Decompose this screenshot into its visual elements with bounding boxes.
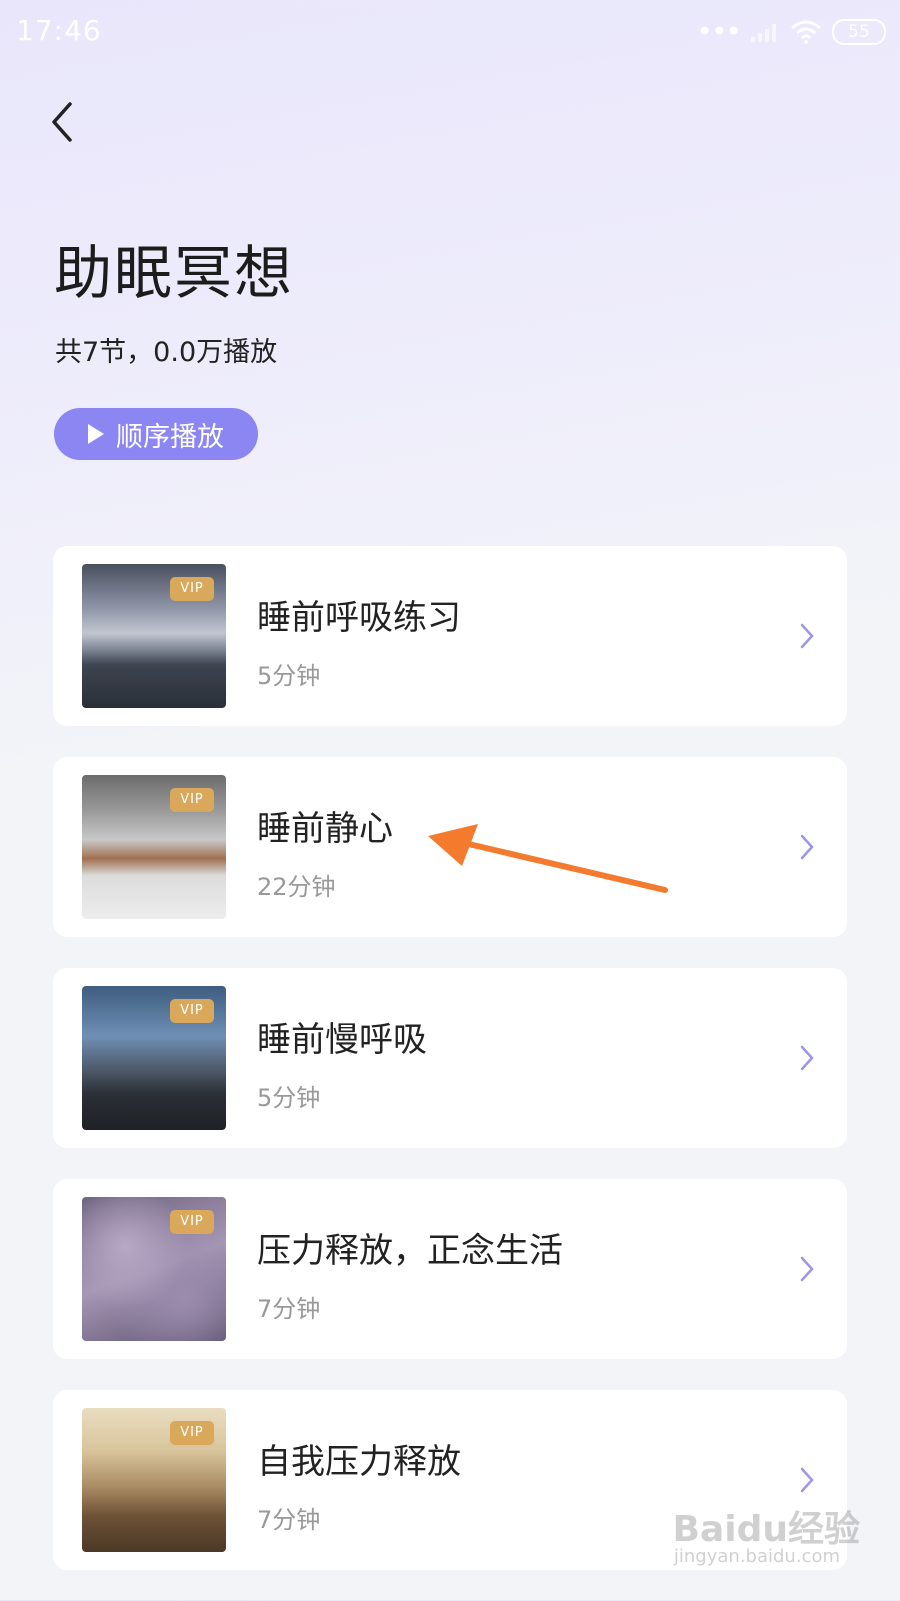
play-icon bbox=[88, 424, 104, 444]
page-title: 助眠冥想 bbox=[54, 239, 295, 307]
vip-badge: VIP bbox=[170, 1210, 214, 1234]
lesson-duration: 5分钟 bbox=[257, 662, 321, 690]
signal-icon bbox=[751, 24, 776, 42]
chevron-right-icon bbox=[800, 834, 814, 860]
lesson-thumbnail: VIP bbox=[82, 564, 226, 708]
lesson-thumbnail: VIP bbox=[82, 986, 226, 1130]
status-icons: ••• 55 bbox=[696, 16, 886, 48]
vip-badge: VIP bbox=[170, 1421, 214, 1445]
lesson-title: 睡前静心 bbox=[257, 809, 393, 849]
lesson-duration: 22分钟 bbox=[257, 873, 336, 901]
play-stats: 共7节，0.0万播放 bbox=[55, 337, 278, 368]
chevron-right-icon bbox=[800, 623, 814, 649]
lesson-title: 自我压力释放 bbox=[257, 1442, 461, 1482]
lesson-item[interactable]: VIP 睡前呼吸练习 5分钟 bbox=[53, 546, 847, 726]
vip-badge: VIP bbox=[170, 999, 214, 1023]
watermark-url: jingyan.baidu.com bbox=[673, 1546, 840, 1567]
chevron-right-icon bbox=[800, 1256, 814, 1282]
more-dots-icon: ••• bbox=[696, 15, 742, 48]
lesson-thumbnail: VIP bbox=[82, 775, 226, 919]
chevron-left-icon bbox=[52, 102, 72, 142]
back-button[interactable] bbox=[44, 96, 84, 148]
lesson-item[interactable]: VIP 压力释放，正念生活 7分钟 bbox=[53, 1179, 847, 1359]
lesson-title: 睡前呼吸练习 bbox=[257, 598, 461, 638]
lesson-list: VIP 睡前呼吸练习 5分钟 VIP 睡前静心 22分钟 VIP 睡前慢呼吸 5… bbox=[53, 546, 847, 1601]
lesson-title: 睡前慢呼吸 bbox=[257, 1020, 427, 1060]
lesson-duration: 7分钟 bbox=[257, 1506, 321, 1534]
lesson-duration: 5分钟 bbox=[257, 1084, 321, 1112]
lesson-item[interactable]: VIP 睡前慢呼吸 5分钟 bbox=[53, 968, 847, 1148]
lesson-title: 压力释放，正念生活 bbox=[257, 1231, 563, 1271]
sequential-play-button[interactable]: 顺序播放 bbox=[54, 408, 258, 460]
vip-badge: VIP bbox=[170, 788, 214, 812]
chevron-right-icon bbox=[800, 1045, 814, 1071]
annotation-arrow-icon bbox=[428, 824, 668, 893]
lesson-thumbnail: VIP bbox=[82, 1408, 226, 1552]
status-bar: 17:46 ••• 55 bbox=[0, 0, 900, 62]
wifi-icon bbox=[791, 20, 821, 44]
watermark-logo: Baidu经验 bbox=[672, 1509, 860, 1550]
sequential-play-label: 顺序播放 bbox=[116, 421, 224, 453]
vip-badge: VIP bbox=[170, 577, 214, 601]
lesson-thumbnail: VIP bbox=[82, 1197, 226, 1341]
battery-indicator: 55 bbox=[832, 19, 886, 45]
chevron-right-icon bbox=[800, 1467, 814, 1493]
lesson-duration: 7分钟 bbox=[257, 1295, 321, 1323]
status-time: 17:46 bbox=[16, 14, 102, 47]
